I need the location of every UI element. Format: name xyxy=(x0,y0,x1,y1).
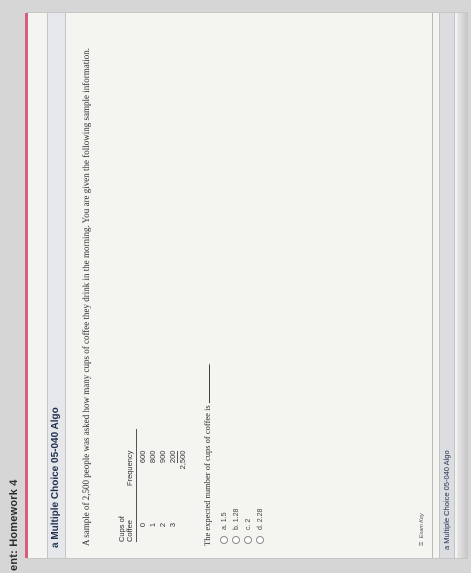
table-row: 3 200 xyxy=(167,429,178,542)
choice-option[interactable]: b. 1.28 xyxy=(230,26,242,544)
frequency-total: 2,500 xyxy=(178,450,187,470)
choice-option[interactable]: a. 1.5 xyxy=(218,26,230,544)
cups-cell: 3 xyxy=(168,522,177,528)
cups-cell: 2 xyxy=(158,522,167,528)
choice-label: c. 2 xyxy=(244,518,252,530)
answer-blank xyxy=(201,365,210,404)
choice-label: b. 1.28 xyxy=(232,508,240,530)
radio-button[interactable] xyxy=(244,536,252,544)
column-header-frequency: Frequency xyxy=(118,428,137,486)
frequency-cell: 200 xyxy=(167,429,178,486)
cups-cell: 0 xyxy=(138,522,147,528)
frequency-value: 200 xyxy=(168,450,178,464)
table-row: 1 800 xyxy=(147,429,157,542)
radio-button[interactable] xyxy=(256,536,264,544)
table-row: 2 900 xyxy=(157,429,167,542)
answer-choices: a. 1.5 b. 1.28 c. 2 d. 2.28 xyxy=(218,26,266,546)
radio-button[interactable] xyxy=(220,536,228,544)
question-stem-text: The expected number of cups of coffee is xyxy=(202,405,212,546)
frequency-cell: 600 xyxy=(138,450,147,464)
choice-option[interactable]: c. 2 xyxy=(242,26,254,544)
key-icon: ⚿ xyxy=(419,541,425,546)
choice-label: a. 1.5 xyxy=(220,512,228,530)
question-body: A sample of 2,500 people was asked how m… xyxy=(81,26,266,546)
app-title: ent: Homework 4 xyxy=(8,479,20,571)
answer-key-link[interactable]: ⚿ Exam Key xyxy=(419,513,426,546)
choice-option[interactable]: d. 2.28 xyxy=(254,26,266,544)
question-header: a Multiple Choice 05-040 Algo xyxy=(25,13,66,558)
question-prompt: A sample of 2,500 people was asked how m… xyxy=(81,48,91,546)
table-row: 0 600 xyxy=(137,429,147,542)
accent-bar xyxy=(25,13,28,558)
frequency-cell: 900 xyxy=(158,450,167,464)
next-question-title: a Multiple Choice 05-040 Algo xyxy=(442,450,451,550)
choice-label: d. 2.28 xyxy=(256,508,264,530)
next-question-header: a Multiple Choice 05-040 Algo xyxy=(439,13,455,558)
answer-key-label: Exam Key xyxy=(419,513,425,539)
panel-bottom-shade xyxy=(457,13,467,558)
question-title: a Multiple Choice 05-040 Algo xyxy=(50,407,61,548)
cups-cell: 1 xyxy=(148,522,157,528)
screen: ent: Homework 4 a Multiple Choice 05-040… xyxy=(0,0,471,573)
divider xyxy=(432,13,433,558)
frequency-table: Cups of Coffee Frequency 0 600 1 800 2 9… xyxy=(117,428,187,542)
table-total-row: 2,500 xyxy=(177,429,187,542)
radio-button[interactable] xyxy=(232,536,240,544)
column-header-cups: Cups of Coffee xyxy=(117,486,137,542)
total-label-cell xyxy=(177,486,187,542)
question-stem: The expected number of cups of coffee is… xyxy=(201,363,212,546)
frequency-cell: 800 xyxy=(148,450,157,464)
question-panel: a Multiple Choice 05-040 Algo A sample o… xyxy=(25,12,468,559)
